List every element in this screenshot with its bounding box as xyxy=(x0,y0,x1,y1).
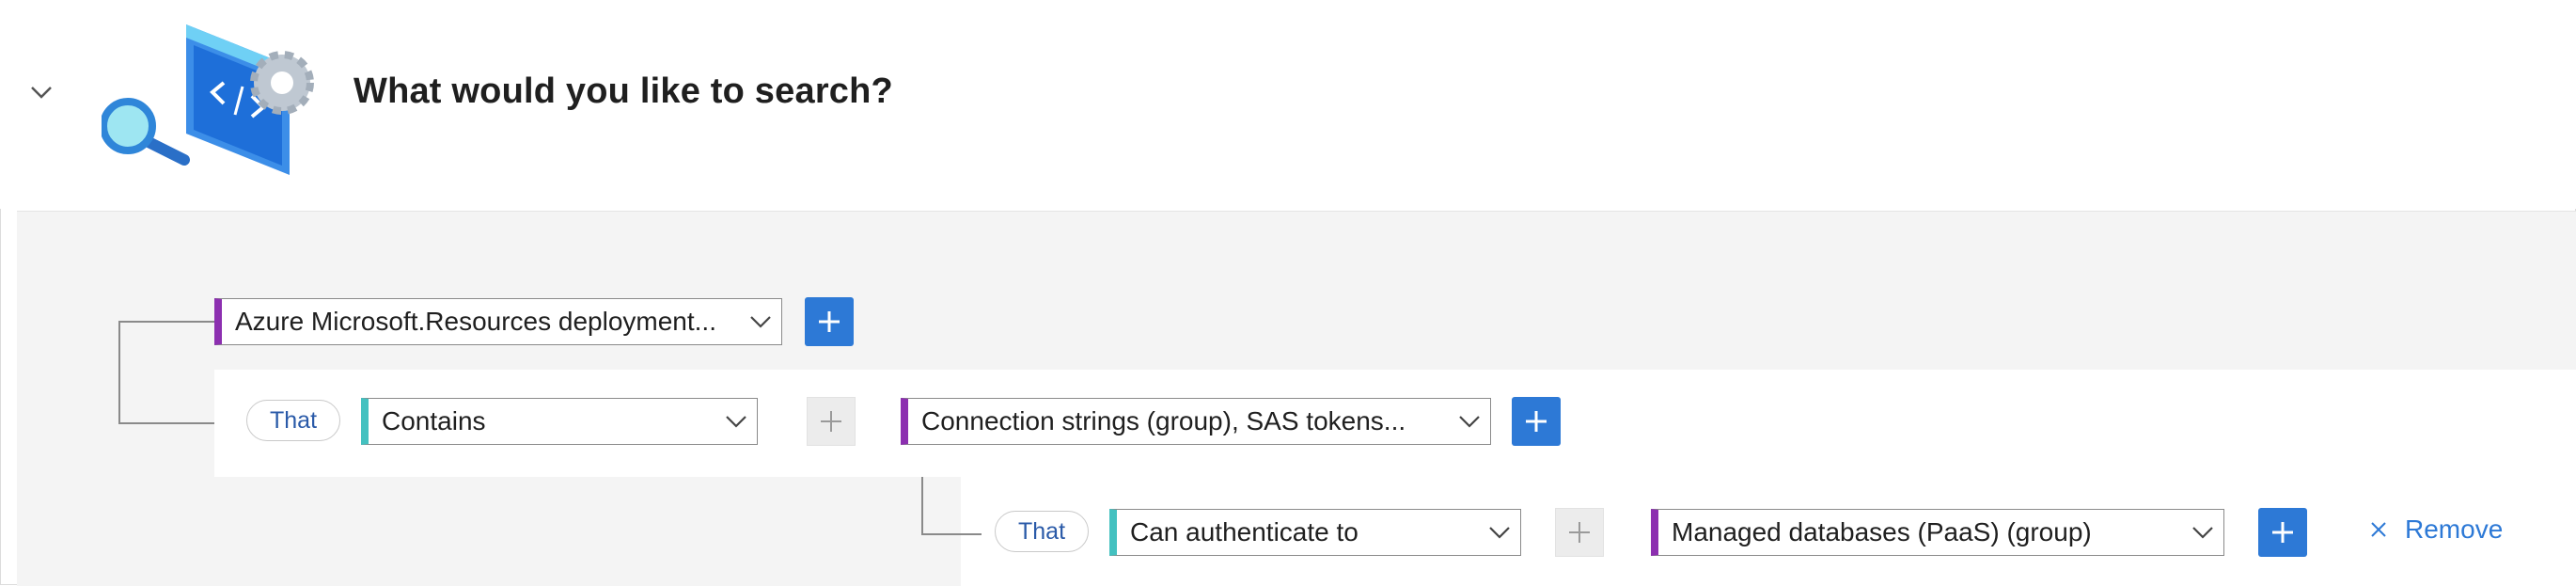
chevron-down-icon xyxy=(2182,510,2223,555)
tree-connector-nested xyxy=(921,477,982,535)
add-condition-button[interactable] xyxy=(2258,508,2307,557)
target-entity-value: Managed databases (PaaS) (group) xyxy=(1672,517,2092,546)
add-condition-button[interactable] xyxy=(805,297,854,346)
plus-icon xyxy=(2272,522,2293,543)
code-settings-search-illustration xyxy=(100,17,318,177)
that-pill: That xyxy=(246,400,341,441)
remove-button[interactable]: Remove xyxy=(2369,515,2503,545)
plus-icon xyxy=(1569,522,1590,543)
relationship-value: Contains xyxy=(382,406,486,436)
relationship-select[interactable]: Contains xyxy=(361,398,758,445)
add-filter-button[interactable] xyxy=(1555,508,1604,557)
target-entity-select[interactable]: Managed databases (PaaS) (group) xyxy=(1651,509,2224,556)
chevron-down-icon xyxy=(740,299,781,344)
query-header: What would you like to search? xyxy=(0,0,2576,209)
chevron-down-icon[interactable] xyxy=(23,73,60,111)
target-entity-value: Connection strings (group), SAS tokens..… xyxy=(921,406,1406,436)
target-entity-select[interactable]: Connection strings (group), SAS tokens..… xyxy=(901,398,1491,445)
chevron-down-icon xyxy=(1479,510,1520,555)
remove-label: Remove xyxy=(2405,515,2504,544)
root-entity-select[interactable]: Azure Microsoft.Resources deployment... xyxy=(214,298,782,345)
plus-icon xyxy=(819,311,840,332)
plus-icon xyxy=(1526,411,1547,432)
chevron-down-icon xyxy=(715,399,757,444)
relationship-select[interactable]: Can authenticate to xyxy=(1109,509,1521,556)
page-title: What would you like to search? xyxy=(353,71,893,111)
add-condition-button[interactable] xyxy=(1512,397,1561,446)
close-icon xyxy=(2371,522,2386,537)
tree-connector xyxy=(118,321,214,424)
that-pill: That xyxy=(995,511,1090,552)
plus-icon xyxy=(821,411,841,432)
chevron-down-icon xyxy=(1449,399,1490,444)
relationship-value: Can authenticate to xyxy=(1130,517,1359,546)
root-entity-value: Azure Microsoft.Resources deployment... xyxy=(235,307,716,336)
add-filter-button[interactable] xyxy=(807,397,856,446)
query-canvas: Azure Microsoft.Resources deployment... … xyxy=(17,211,2576,586)
